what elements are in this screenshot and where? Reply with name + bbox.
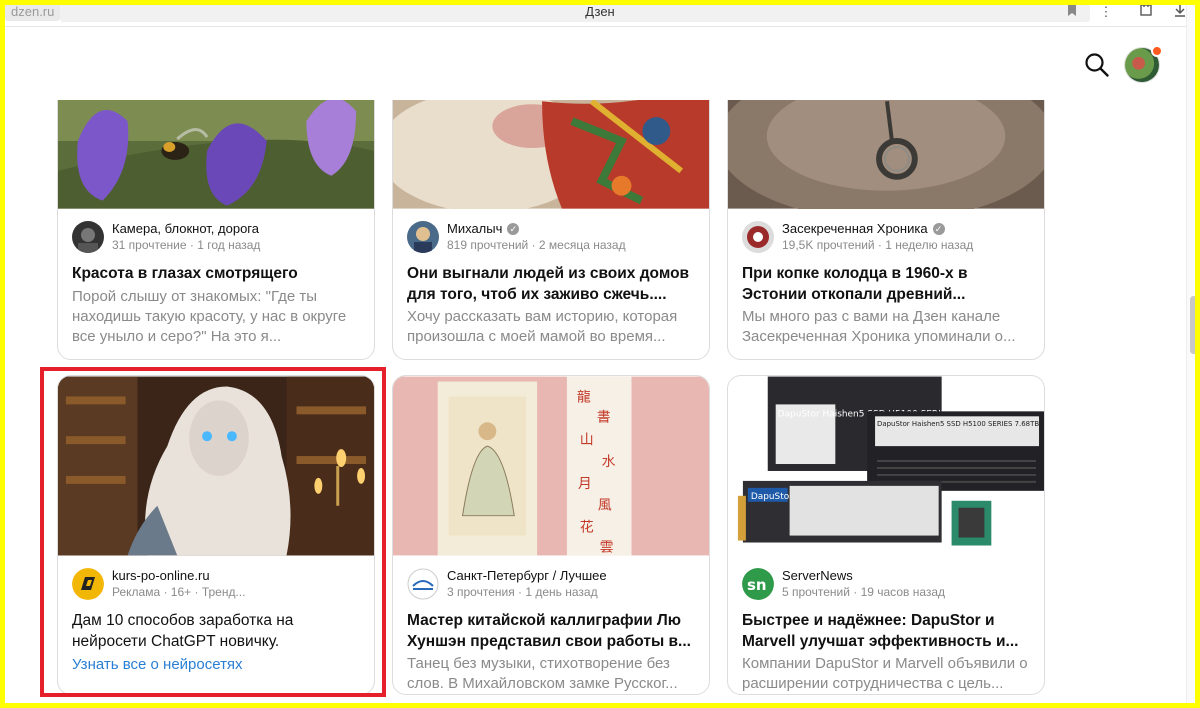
channel-avatar[interactable]: sn [742,568,774,600]
article-stats: 3 прочтения · 1 день назад [447,585,598,599]
article-card-3[interactable]: Засекреченная Хроника ✓ 19,5K прочтений ·… [727,80,1045,360]
channel-name[interactable]: Засекреченная Хроника ✓ [782,221,945,236]
advertiser-name[interactable]: kurs-po-online.ru [112,568,210,583]
ad-title[interactable]: Дам 10 способов заработка на нейросети C… [72,610,364,652]
svg-text:花: 花 [580,520,594,536]
article-card-1[interactable]: Камера, блокнот, дорога 31 прочтение · 1… [57,80,375,360]
channel-name[interactable]: Санкт-Петербург / Лучшее [447,568,607,583]
channel-avatar[interactable] [72,221,104,253]
ssd-label-2: DapuStor Haishen5 SSD H5100 SERIES 7.68T… [877,420,1039,428]
channel-name[interactable]: Камера, блокнот, дорога [112,221,259,236]
article-image-ssd: DapuStor Haishen5 SSD H5100 SERIES 7.68T… [728,376,1044,556]
channel-name[interactable]: Михалыч ✓ [447,221,520,236]
browser-toolbar-overlay: dzen.ru Дзен ⋮ [0,0,1200,27]
article-card-6[interactable]: DapuStor Haishen5 SSD H5100 SERIES 7.68T… [727,375,1045,695]
ad-cta-link[interactable]: Узнать все о нейросетях [72,656,243,673]
page-title-overlay: Дзен [585,4,615,19]
article-snippet: Мы много раз с вами на Дзен канале Засек… [742,308,1016,345]
article-snippet: Порой слышу от знакомых: "Где ты находиш… [72,288,347,345]
channel-info: Санкт-Петербург / Лучшее 3 прочтения · 1… [407,568,697,602]
svg-text:山: 山 [580,432,594,448]
svg-text:雲: 雲 [600,539,614,555]
article-title[interactable]: Быстрее и надёжнее: DapuStor и Marvell у… [742,610,1034,652]
article-card-5[interactable]: 龍 書 山 水 月 風 花 雲 Санкт-Петербург / Лучшее… [392,375,710,695]
svg-text:月: 月 [578,476,592,492]
channel-info: Засекреченная Хроника ✓ 19,5K прочтений ·… [742,221,1032,255]
channel-avatar[interactable] [407,221,439,253]
search-icon[interactable] [1083,51,1111,84]
channel-info: Михалыч ✓ 819 прочтений · 2 месяца назад [407,221,697,255]
article-image-ring [728,81,1044,209]
verified-icon: ✓ [932,223,945,235]
article-stats: 31 прочтение · 1 год назад [112,238,261,252]
advertiser-logo[interactable] [72,568,104,600]
ssd-brand: DapuStor [751,492,793,502]
svg-text:書: 書 [597,409,611,425]
servernews-logo-text: sn [747,576,767,594]
channel-name[interactable]: ServerNews [782,568,853,583]
channel-info: sn ServerNews 5 прочтений · 19 часов наз… [742,568,1032,602]
extensions-icon[interactable] [1138,3,1154,21]
ad-label: Реклама · 16+ · Тренд... [112,585,246,599]
article-snippet: Компании DapuStor и Marvell объявили о р… [742,655,1028,692]
article-stats: 819 прочтений · 2 месяца назад [447,238,626,252]
article-image-bellflowers [58,81,374,209]
article-title[interactable]: При копке колодца в 1960-х в Эстонии отк… [742,263,1034,305]
channel-info: Камера, блокнот, дорога 31 прочтение · 1… [72,221,362,255]
notification-dot [1151,45,1163,57]
article-stats: 19,5K прочтений · 1 неделю назад [782,238,974,252]
article-title[interactable]: Красота в глазах смотрящего [72,263,364,284]
article-title[interactable]: Мастер китайской каллиграфии Лю Хуншэн п… [407,610,699,652]
article-stats: 5 прочтений · 19 часов назад [782,585,946,599]
channel-avatar[interactable] [407,568,439,600]
advertiser-info: kurs-po-online.ru Реклама · 16+ · Тренд.… [72,568,362,602]
menu-dots-icon[interactable]: ⋮ [1098,3,1114,21]
article-image-cat [393,81,709,209]
verified-icon: ✓ [507,223,520,235]
svg-text:水: 水 [602,454,616,470]
svg-text:龍: 龍 [577,388,591,405]
article-image-calligraphy: 龍 書 山 水 月 風 花 雲 [393,376,709,555]
article-snippet: Танец без музыки, стихотворение без слов… [407,655,678,692]
article-title[interactable]: Они выгнали людей из своих домов для тог… [407,263,699,305]
article-snippet: Хочу рассказать вам историю, которая про… [407,308,678,345]
svg-text:風: 風 [598,498,612,514]
ad-card[interactable]: kurs-po-online.ru Реклама · 16+ · Тренд.… [57,375,375,695]
bookmark-icon[interactable] [1064,3,1080,21]
scrollbar-thumb[interactable] [1190,296,1197,354]
article-card-2[interactable]: Михалыч ✓ 819 прочтений · 2 месяца назад … [392,80,710,360]
page-scrollbar[interactable] [1186,0,1200,708]
channel-avatar[interactable] [742,221,774,253]
ad-image-android [58,376,374,556]
header-overlay: dzen.ru Дзен ⋮ [0,0,1200,100]
